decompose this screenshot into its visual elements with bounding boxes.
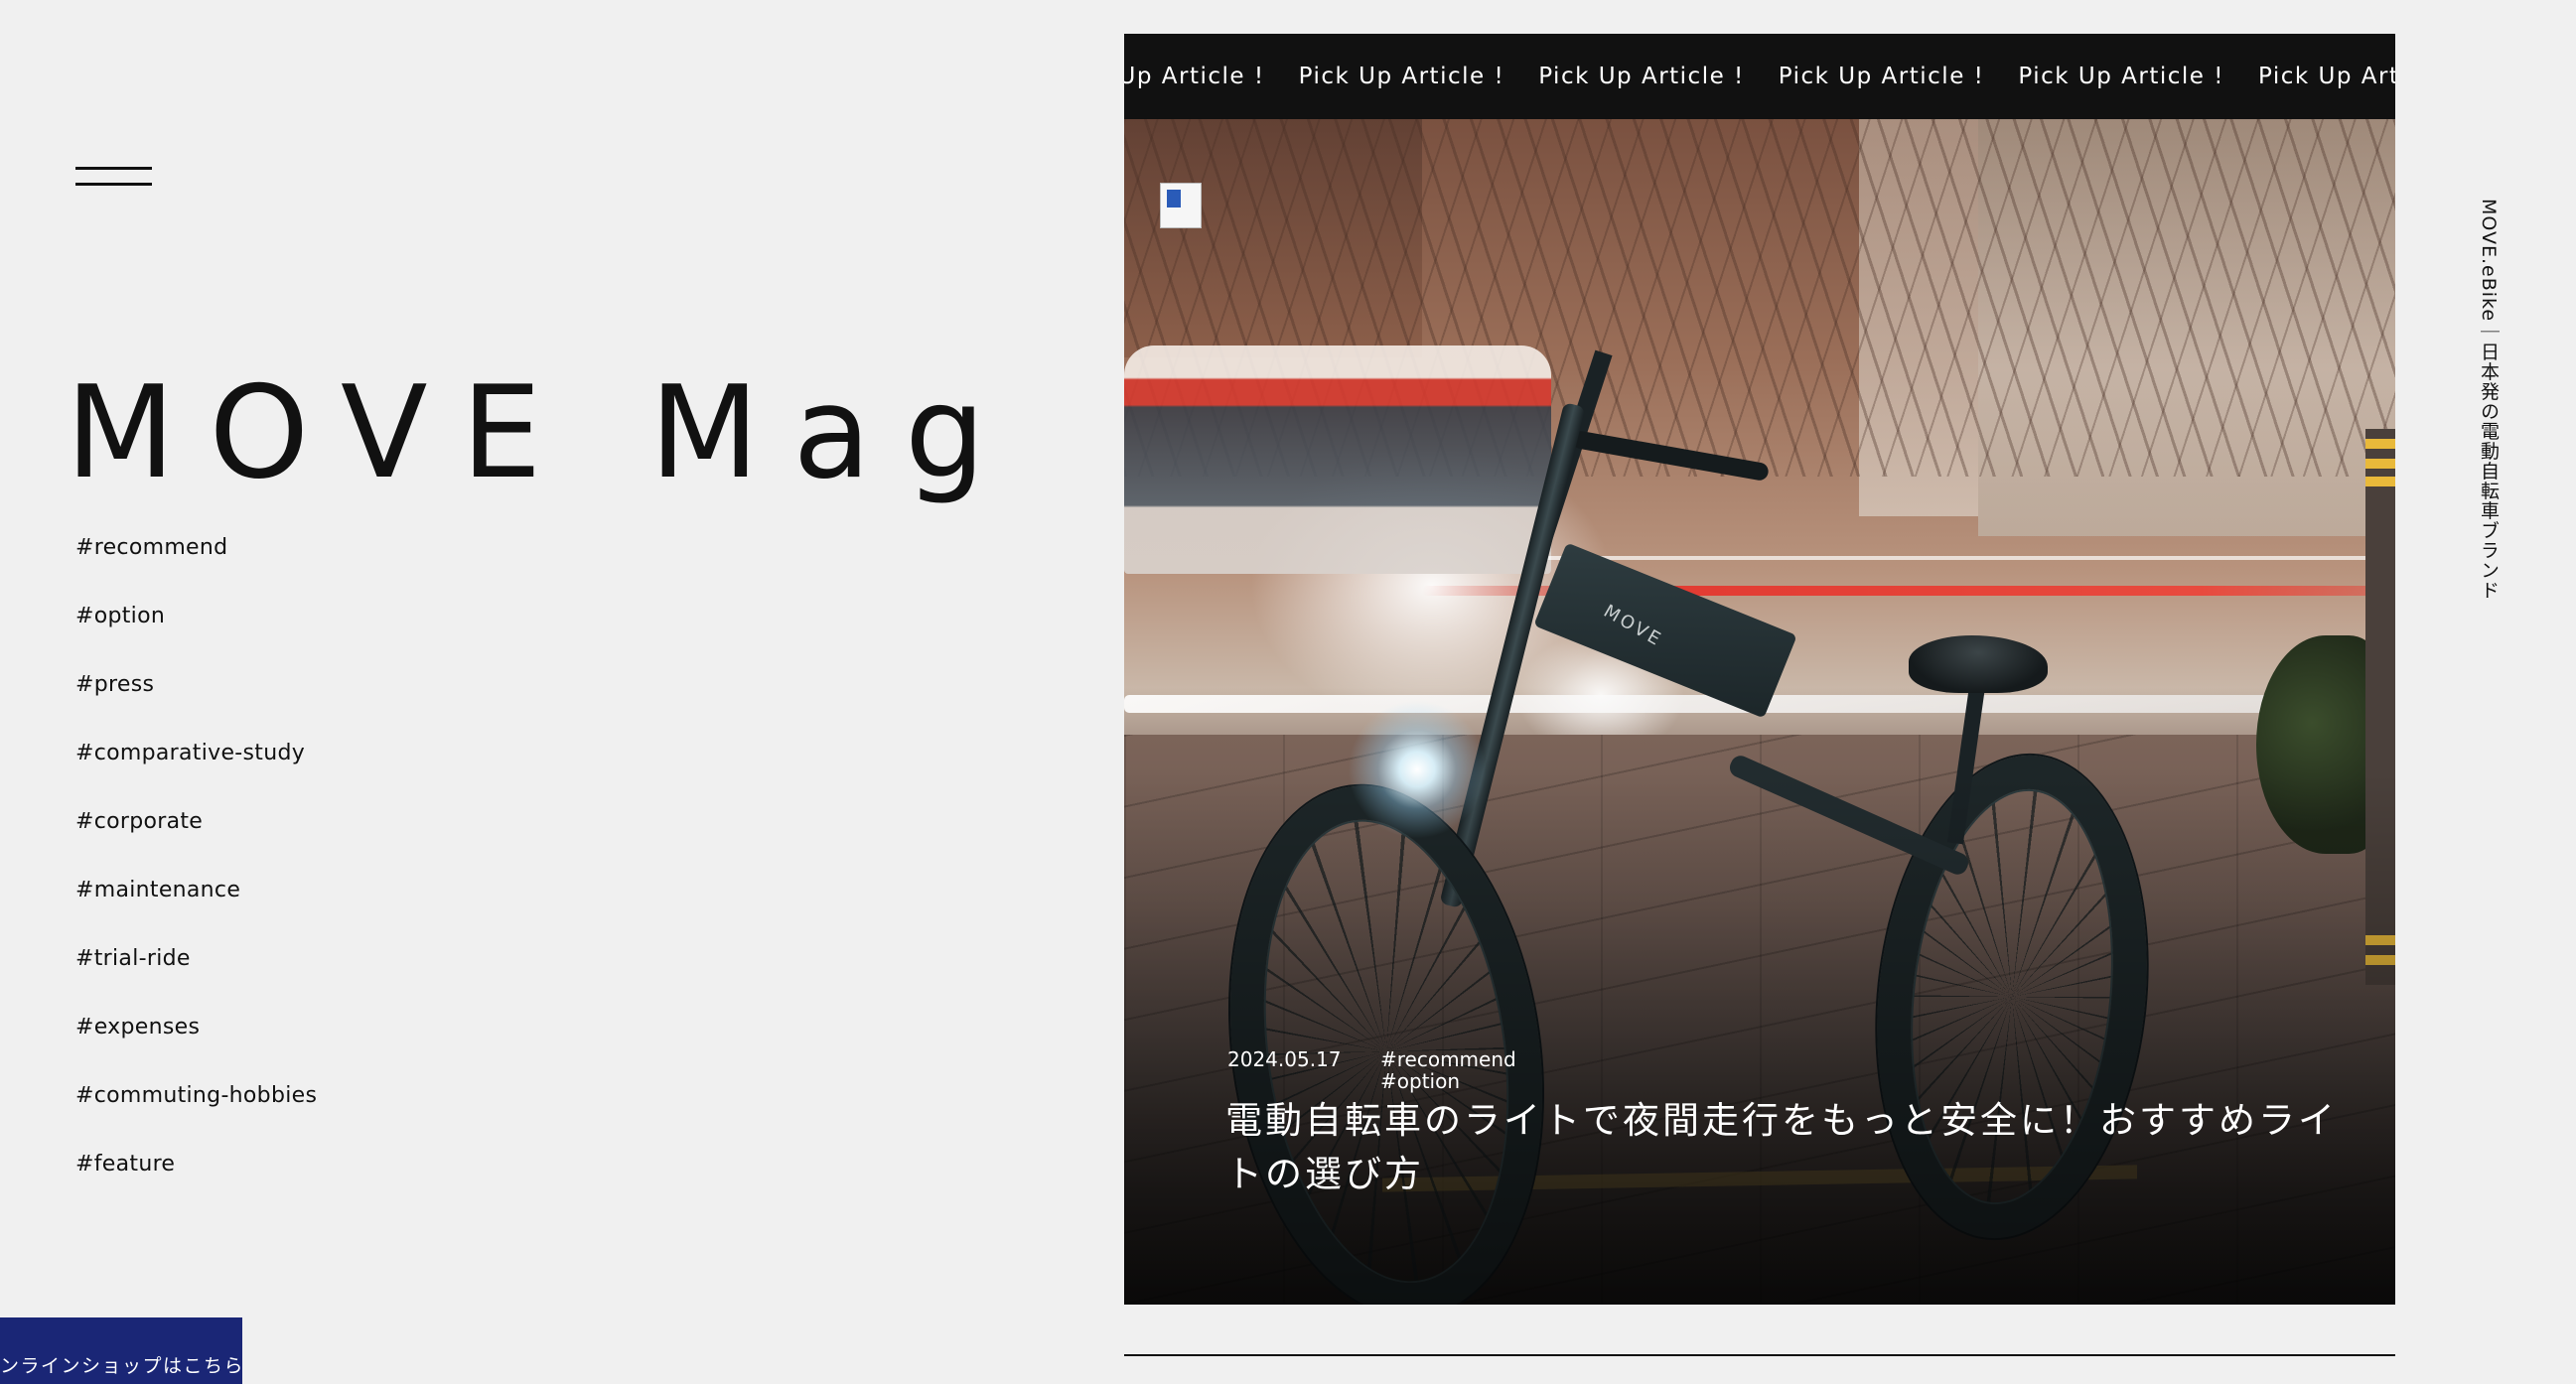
tag-link-press[interactable]: #press	[75, 672, 154, 697]
tag-link-recommend[interactable]: #recommend	[75, 535, 227, 560]
tag-link-corporate[interactable]: #corporate	[75, 809, 203, 834]
online-shop-label: オンラインショップはこちら	[0, 1355, 242, 1377]
article-meta: 2024.05.17 #recommend #option	[1227, 1048, 1516, 1092]
tag-link-maintenance[interactable]: #maintenance	[75, 878, 240, 902]
ticker-item: Pick Up Article !	[2257, 64, 2395, 89]
ticker-item: Pick Up Article !	[1298, 64, 1505, 89]
hamburger-menu-icon[interactable]	[75, 161, 153, 193]
article-title[interactable]: 電動自転車のライトで夜間走行をもっと安全に！おすすめライトの選び方	[1225, 1094, 2338, 1201]
tag-item: #maintenance	[75, 875, 317, 943]
online-shop-button[interactable]: オンラインショップはこちら	[0, 1317, 242, 1384]
article-date: 2024.05.17	[1227, 1047, 1342, 1071]
tag-link-feature[interactable]: #feature	[75, 1152, 175, 1176]
tag-link-comparative-study[interactable]: #comparative-study	[75, 741, 305, 765]
tag-item: #trial-ride	[75, 943, 317, 1012]
tag-item: #option	[75, 601, 317, 669]
menu-line-bottom	[75, 183, 152, 186]
tag-item: #feature	[75, 1149, 317, 1217]
ticker-item: Pick Up Article !	[1778, 64, 1985, 89]
tag-link-expenses[interactable]: #expenses	[75, 1015, 200, 1039]
article-category-recommend[interactable]: #recommend	[1380, 1048, 1516, 1070]
article-categories: #recommend #option	[1380, 1048, 1516, 1092]
tag-item: #comparative-study	[75, 738, 317, 806]
tag-item: #expenses	[75, 1012, 317, 1080]
featured-article-card[interactable]: Pick Up Article ! Pick Up Article ! Pick…	[1124, 34, 2395, 1305]
ticker-item: Pick Up Article !	[1538, 64, 1745, 89]
tag-item: #recommend	[75, 532, 317, 601]
tag-list: #recommend #option #press #comparative-s…	[75, 532, 317, 1217]
menu-line-top	[75, 167, 152, 170]
tag-link-trial-ride[interactable]: #trial-ride	[75, 946, 191, 971]
ticker-item: Pick Up Article !	[1124, 64, 1265, 89]
article-category-option[interactable]: #option	[1380, 1070, 1516, 1092]
tag-item: #press	[75, 669, 317, 738]
brand-tagline: MOVE.eBike｜日本発の電動自転車ブランド	[2478, 199, 2500, 601]
ticker-track: Pick Up Article ! Pick Up Article ! Pick…	[1124, 34, 2395, 119]
ticker-item: Pick Up Article !	[2018, 64, 2224, 89]
tag-item: #corporate	[75, 806, 317, 875]
section-divider	[1124, 1354, 2395, 1356]
pickup-ticker: Pick Up Article ! Pick Up Article ! Pick…	[1124, 34, 2395, 119]
site-title[interactable]: MOVE Mag	[66, 359, 1019, 508]
tag-item: #commuting-hobbies	[75, 1080, 317, 1149]
tag-link-option[interactable]: #option	[75, 604, 165, 628]
tag-link-commuting-hobbies[interactable]: #commuting-hobbies	[75, 1083, 317, 1108]
